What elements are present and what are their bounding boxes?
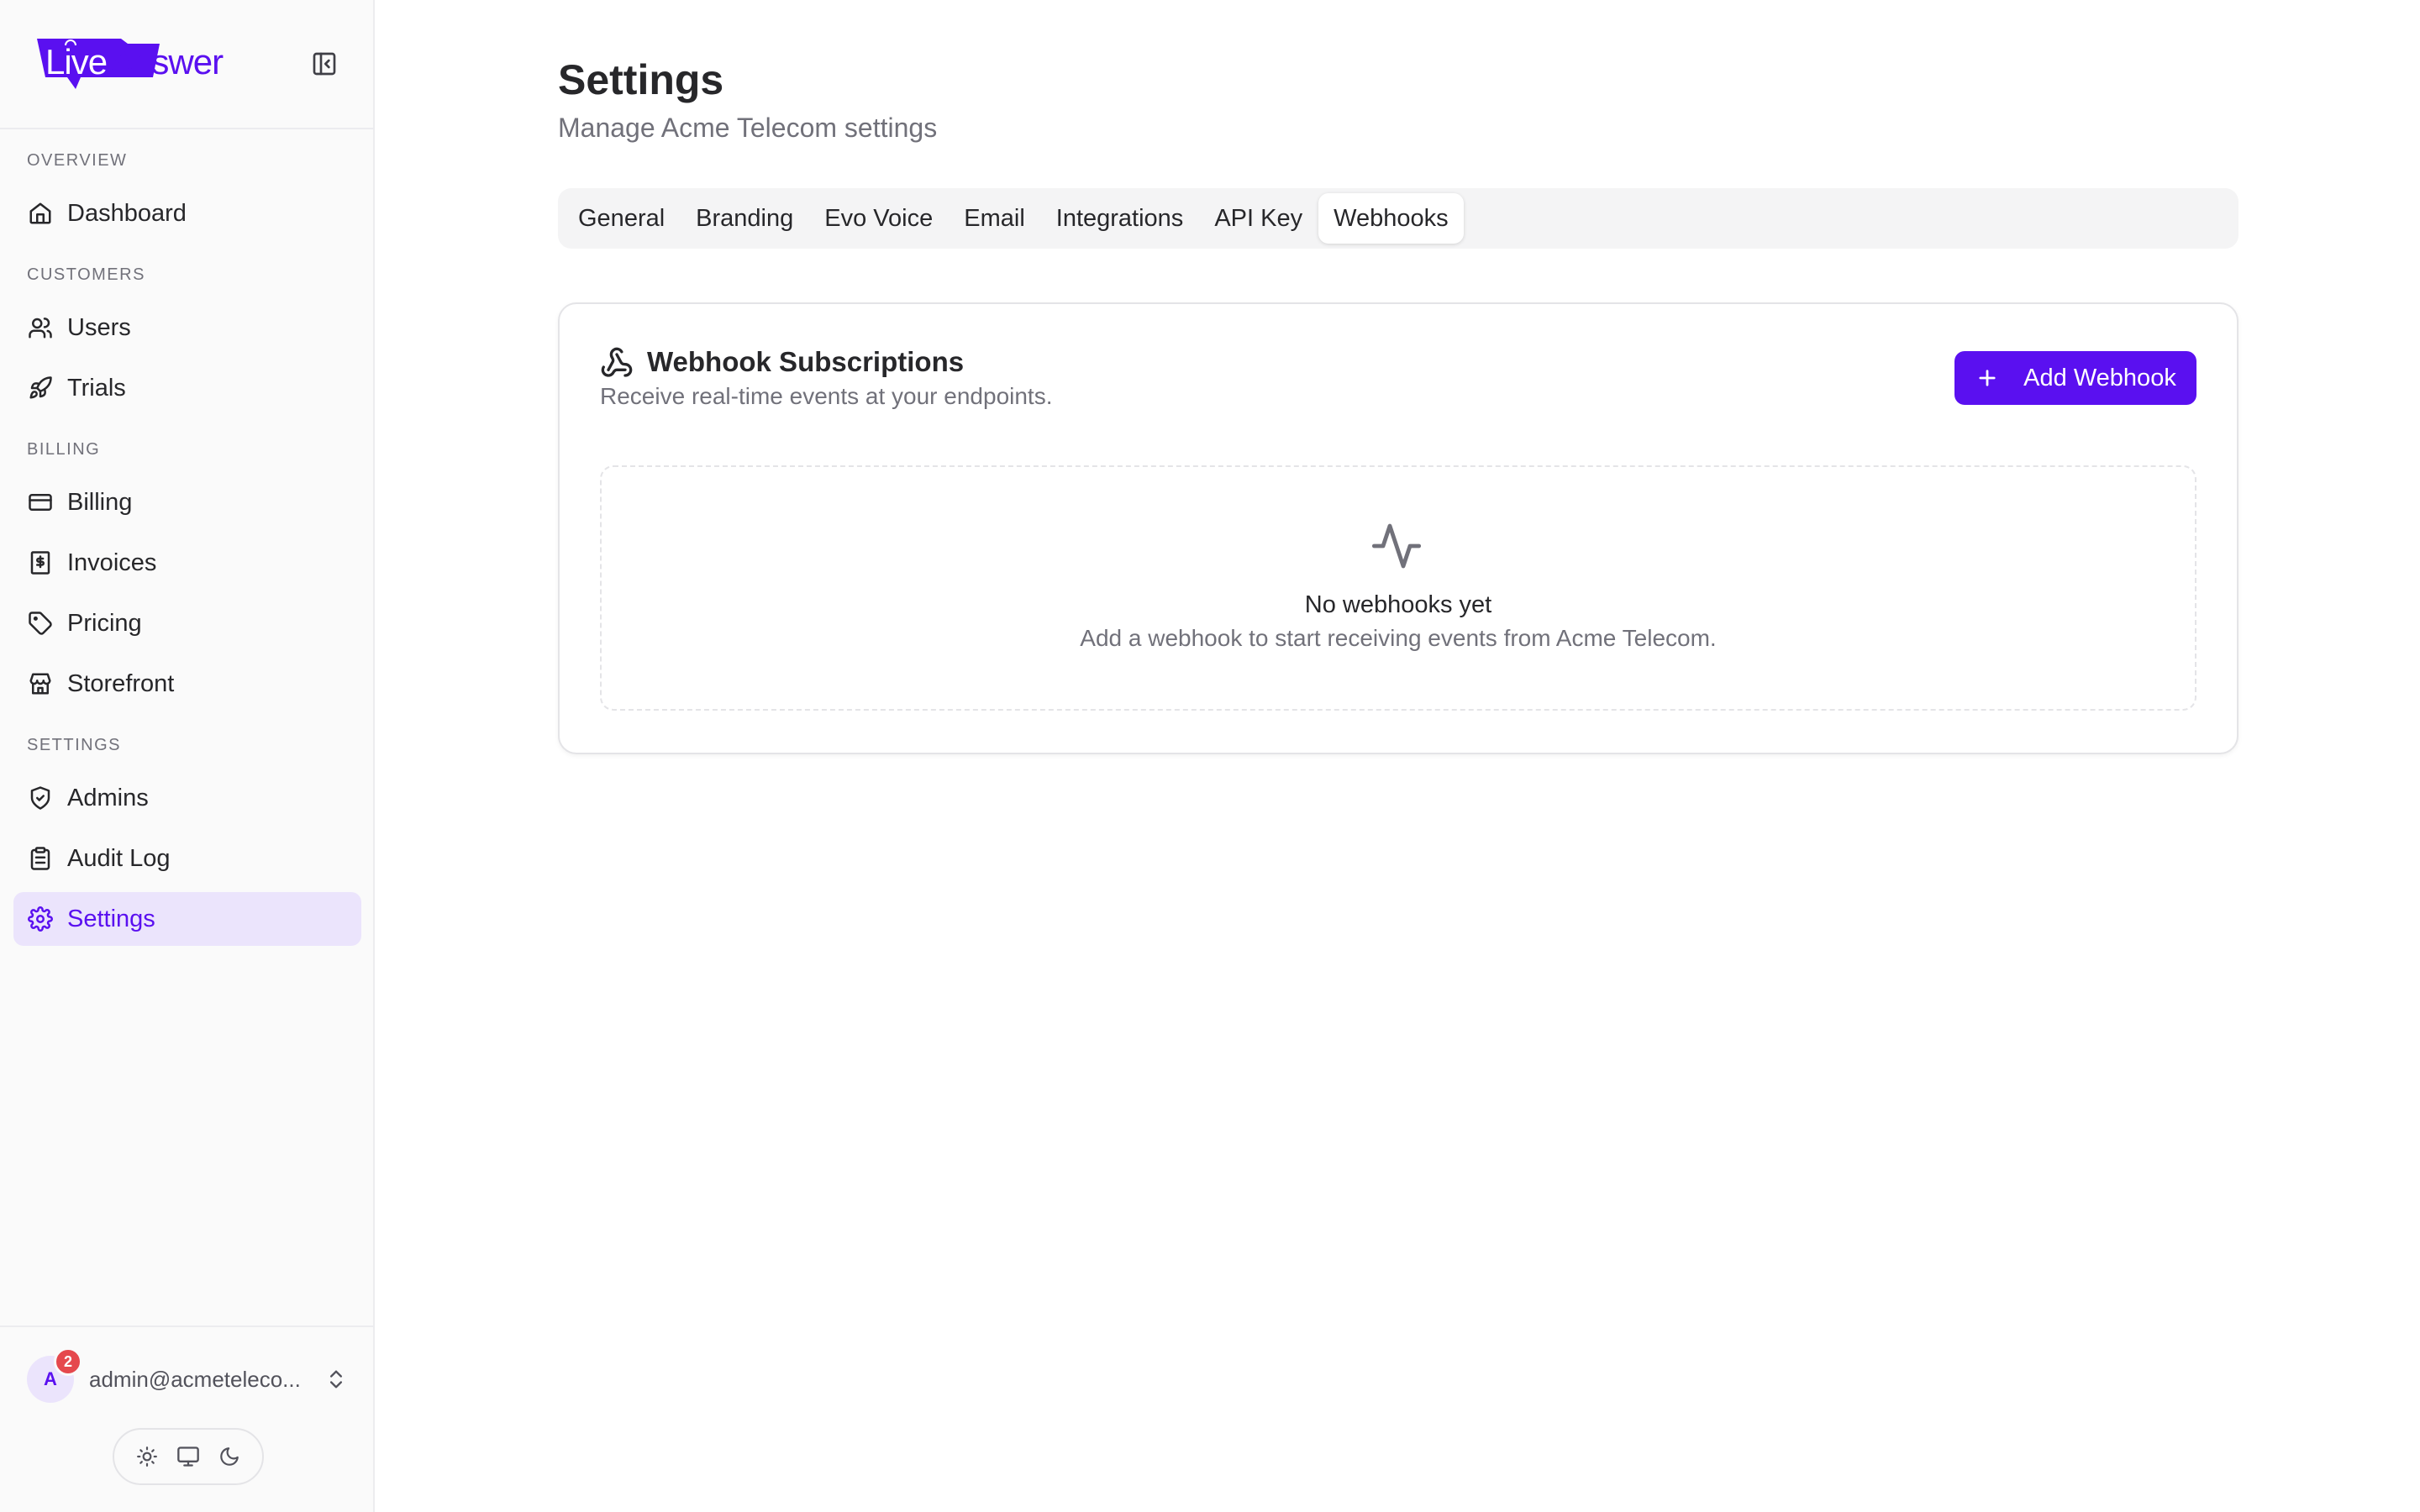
- empty-state-description: Add a webhook to start receiving events …: [1080, 625, 1717, 651]
- sidebar-item-admins[interactable]: Admins: [13, 771, 361, 825]
- sidebar-item-invoices[interactable]: Invoices: [13, 536, 361, 590]
- brand-name-answer: Answer: [110, 42, 224, 81]
- sidebar-divider: [0, 1326, 375, 1327]
- sidebar-item-label: Invoices: [67, 549, 157, 576]
- sidebar-item-pricing[interactable]: Pricing: [13, 596, 361, 650]
- tab-email[interactable]: Email: [949, 193, 1040, 244]
- sidebar-item-storefront[interactable]: Storefront: [13, 657, 361, 711]
- nav-section-settings: Settings: [27, 736, 122, 754]
- avatar: A 2: [27, 1347, 82, 1403]
- main-content: Settings Manage Acme Telecom settings Ge…: [376, 0, 2420, 1512]
- nav-section-customers: Customers: [27, 265, 145, 284]
- settings-tabs: General Branding Evo Voice Email Integra…: [558, 188, 2238, 249]
- avatar-initial: A: [44, 1368, 57, 1389]
- panel-left-close-icon: [313, 52, 336, 76]
- sidebar-item-label: Admins: [67, 784, 149, 811]
- brand-logo[interactable]: LiveAnswer: [34, 34, 269, 97]
- tab-api-key[interactable]: API Key: [1199, 193, 1318, 244]
- sidebar-item-dashboard[interactable]: Dashboard: [13, 186, 361, 240]
- receipt-icon: [27, 549, 54, 576]
- sidebar-item-label: Dashboard: [67, 199, 187, 227]
- tab-evo-voice[interactable]: Evo Voice: [809, 193, 948, 244]
- tab-branding[interactable]: Branding: [681, 193, 808, 244]
- webhook-subscriptions-card: Webhook Subscriptions Receive real-time …: [558, 302, 2238, 754]
- add-webhook-label: Add Webhook: [2023, 364, 2176, 391]
- tag-icon: [27, 610, 54, 637]
- credit-card-icon: [27, 489, 54, 516]
- card-title: Webhook Subscriptions: [647, 346, 965, 377]
- chevrons-up-down-icon: [323, 1366, 350, 1393]
- sidebar-item-settings[interactable]: Settings: [13, 892, 361, 946]
- sidebar-item-label: Trials: [67, 374, 126, 402]
- nav-section-billing: Billing: [27, 440, 101, 459]
- sidebar-item-trials[interactable]: Trials: [13, 361, 361, 415]
- sidebar-item-label: Audit Log: [67, 844, 171, 872]
- sidebar-item-label: Pricing: [67, 609, 142, 637]
- card-description: Receive real-time events at your endpoin…: [600, 383, 1053, 409]
- plus-icon: [1975, 365, 2000, 391]
- user-menu[interactable]: A 2 admin@acmeteleco...: [27, 1347, 350, 1406]
- theme-dark-button[interactable]: [213, 1440, 246, 1473]
- sidebar-item-label: Users: [67, 313, 131, 341]
- tab-webhooks[interactable]: Webhooks: [1318, 193, 1464, 244]
- sidebar: LiveAnswer Overview Dashboard Customers …: [0, 0, 375, 1512]
- add-webhook-button[interactable]: Add Webhook: [1954, 351, 2196, 405]
- page-title: Settings: [558, 56, 724, 103]
- monitor-icon: [177, 1446, 199, 1467]
- nav-section-overview: Overview: [27, 151, 128, 170]
- notification-badge: 2: [54, 1347, 82, 1376]
- users-icon: [27, 314, 54, 341]
- sidebar-item-label: Settings: [67, 905, 155, 932]
- moon-icon: [220, 1447, 239, 1466]
- empty-state-title: No webhooks yet: [1304, 591, 1492, 618]
- sun-icon: [136, 1446, 157, 1467]
- sidebar-item-billing[interactable]: Billing: [13, 475, 361, 529]
- theme-switcher: [113, 1428, 264, 1485]
- collapse-sidebar-button[interactable]: [309, 49, 339, 79]
- sidebar-item-audit-log[interactable]: Audit Log: [13, 832, 361, 885]
- page-subtitle: Manage Acme Telecom settings: [558, 113, 938, 143]
- sidebar-divider: [0, 128, 375, 129]
- store-icon: [27, 670, 54, 697]
- sidebar-item-label: Storefront: [67, 669, 175, 697]
- activity-icon: [1370, 519, 1423, 573]
- theme-system-button[interactable]: [171, 1440, 205, 1473]
- theme-light-button[interactable]: [130, 1440, 164, 1473]
- webhook-icon: [600, 346, 634, 380]
- tab-integrations[interactable]: Integrations: [1041, 193, 1199, 244]
- tab-general[interactable]: General: [563, 193, 680, 244]
- gear-icon: [27, 906, 54, 932]
- user-email: admin@acmeteleco...: [89, 1366, 301, 1392]
- sidebar-item-label: Billing: [67, 488, 133, 516]
- empty-state: No webhooks yet Add a webhook to start r…: [600, 465, 2196, 711]
- sidebar-item-users[interactable]: Users: [13, 301, 361, 354]
- app-window: LiveAnswer Overview Dashboard Customers …: [0, 0, 2420, 1512]
- brand-name-live: Live: [45, 42, 108, 81]
- shield-check-icon: [27, 785, 54, 811]
- home-icon: [27, 200, 54, 227]
- brand-name: LiveAnswer: [45, 42, 224, 82]
- rocket-icon: [27, 375, 54, 402]
- clipboard-icon: [27, 845, 54, 872]
